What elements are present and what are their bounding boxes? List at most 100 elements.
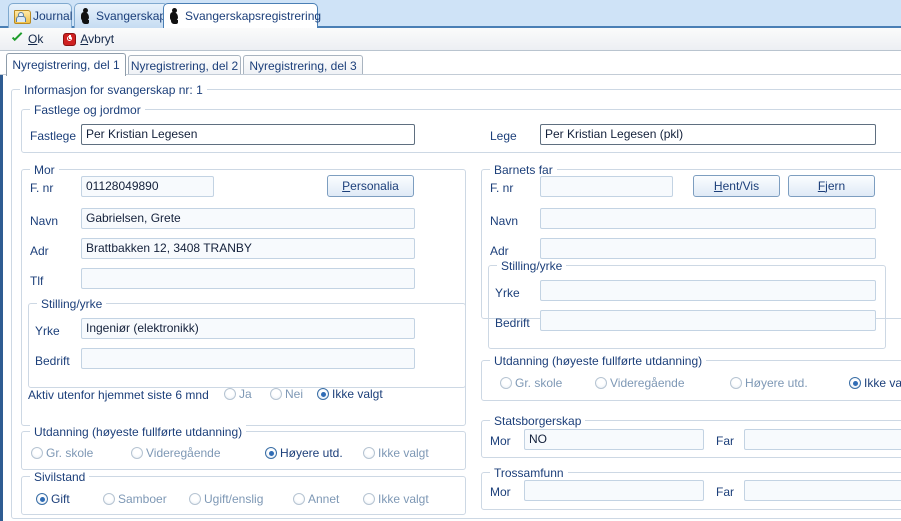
radio-sivilstand-gift[interactable]: Gift [36, 492, 70, 506]
form-panel: Informasjon for svangerskap nr: 1 Fastle… [0, 75, 901, 521]
radio-icon [131, 447, 143, 459]
document-tab-label: Svangerskap [96, 9, 167, 23]
aktiv-utenfor-hjemmet-label: Aktiv utenfor hjemmet siste 6 mnd [28, 388, 209, 402]
radio-mor-utd-videregaende[interactable]: Videregående [131, 446, 221, 460]
statsborgerskap-mor-label: Mor [490, 434, 511, 448]
page-tab-label: Nyregistrering, del 2 [130, 58, 239, 73]
fjern-button[interactable]: Fjern [788, 175, 875, 197]
mor-adr-label: Adr [30, 244, 49, 258]
far-bedrift-field[interactable] [540, 310, 876, 331]
journal-folder-icon [14, 9, 31, 24]
page-tab-label: Nyregistrering, del 1 [12, 58, 120, 72]
far-navn-field[interactable] [540, 208, 876, 229]
group-label: Statsborgerskap [490, 414, 586, 428]
radio-icon [36, 493, 48, 505]
radio-far-utd-hoyere[interactable]: Høyere utd. [730, 376, 808, 390]
group-label: Utdanning (høyeste fullførte utdanning) [30, 425, 247, 439]
radio-icon [317, 388, 329, 400]
radio-icon [31, 447, 43, 459]
group-far-stilling-yrke: Stilling/yrke [488, 259, 886, 349]
statsborgerskap-far-field[interactable] [744, 429, 901, 450]
page-tabstrip: Nyregistrering, del 1 Nyregistrering, de… [0, 51, 901, 76]
trossamfunn-far-field[interactable] [744, 480, 901, 501]
group-label: Fastlege og jordmor [30, 103, 145, 117]
mor-adr-field[interactable]: Brattbakken 12, 3408 TRANBY [81, 238, 415, 259]
green-check-icon [11, 33, 24, 46]
radio-sivilstand-ugift-enslig[interactable]: Ugift/enslig [189, 492, 263, 506]
group-label: Stilling/yrke [497, 259, 567, 273]
group-label: Stilling/yrke [37, 297, 107, 311]
pregnancy-icon [169, 8, 181, 24]
mor-navn-field[interactable]: Gabrielsen, Grete [81, 208, 415, 229]
radio-icon [189, 493, 201, 505]
mor-yrke-field[interactable]: Ingeniør (elektronikk) [81, 318, 415, 339]
mor-bedrift-label: Bedrift [35, 354, 70, 368]
statsborgerskap-far-label: Far [716, 434, 734, 448]
command-bar: Ok Avbryt [0, 28, 901, 51]
application-window: Journal Svangerskap Svangerskapsregistre… [0, 0, 901, 521]
lege-label: Lege [490, 129, 517, 143]
fastlege-label: Fastlege [30, 129, 77, 143]
mor-navn-label: Navn [30, 214, 59, 228]
radio-sivilstand-annet[interactable]: Annet [293, 492, 339, 506]
radio-mor-utd-hoyere[interactable]: Høyere utd. [265, 446, 343, 460]
mor-fnr-label: F. nr [30, 181, 54, 195]
far-adr-label: Adr [490, 244, 509, 258]
trossamfunn-far-label: Far [716, 485, 734, 499]
radio-icon [849, 377, 861, 389]
tab-nyregistrering-del-3[interactable]: Nyregistrering, del 3 [243, 55, 363, 75]
group-label: Utdanning (høyeste fullførte utdanning) [490, 354, 707, 368]
group-label: Barnets far [490, 163, 557, 177]
radio-mor-utd-gr-skole[interactable]: Gr. skole [31, 446, 93, 460]
radio-aktiv-nei[interactable]: Nei [270, 387, 303, 401]
hent-vis-button[interactable]: Hent/Vis [693, 175, 780, 197]
radio-icon [265, 447, 277, 459]
radio-icon [270, 388, 282, 400]
page-tab-label: Nyregistrering, del 3 [249, 58, 357, 73]
statsborgerskap-mor-field[interactable]: NO [524, 429, 704, 450]
radio-far-utd-gr-skole[interactable]: Gr. skole [500, 376, 562, 390]
radio-sivilstand-samboer[interactable]: Samboer [103, 492, 167, 506]
far-yrke-label: Yrke [495, 286, 520, 300]
personalia-button[interactable]: Personalia [327, 175, 414, 197]
document-tab-svangerskapsregistrering[interactable]: Svangerskapsregistrering [163, 3, 322, 28]
trossamfunn-mor-label: Mor [490, 485, 511, 499]
tab-nyregistrering-del-1[interactable]: Nyregistrering, del 1 [6, 53, 126, 76]
fastlege-field[interactable]: Per Kristian Legesen [81, 124, 415, 145]
document-tab-svangerskap[interactable]: Svangerskap [74, 3, 168, 28]
radio-icon [595, 377, 607, 389]
tab-nyregistrering-del-2[interactable]: Nyregistrering, del 2 [128, 55, 241, 75]
radio-icon [363, 493, 375, 505]
radio-mor-utd-ikke-valgt[interactable]: Ikke valgt [363, 446, 429, 460]
radio-sivilstand-ikke-valgt[interactable]: Ikke valgt [363, 492, 429, 506]
mor-tlf-field[interactable] [81, 268, 415, 289]
group-mor-stilling-yrke: Stilling/yrke [28, 297, 466, 388]
far-navn-label: Navn [490, 214, 519, 228]
mor-fnr-field[interactable]: 01128049890 [81, 176, 214, 197]
far-fnr-field[interactable] [540, 176, 673, 197]
radio-far-utd-ikke-valgt[interactable]: Ikke valgt [849, 376, 901, 390]
group-label: Mor [30, 163, 59, 177]
far-yrke-field[interactable] [540, 280, 876, 301]
radio-aktiv-ikke-valgt[interactable]: Ikke valgt [317, 387, 383, 401]
cancel-button[interactable]: Avbryt [58, 29, 121, 50]
lege-field[interactable]: Per Kristian Legesen (pkl) [540, 124, 876, 145]
document-tab-label: Svangerskapsregistrering [185, 9, 322, 23]
radio-aktiv-ja[interactable]: Ja [224, 387, 252, 401]
document-tabstrip: Journal Svangerskap Svangerskapsregistre… [0, 0, 901, 28]
mor-yrke-label: Yrke [35, 324, 60, 338]
radio-icon [103, 493, 115, 505]
mor-bedrift-field[interactable] [81, 348, 415, 369]
group-label: Sivilstand [30, 470, 90, 484]
document-tab-journal[interactable]: Journal [8, 3, 72, 28]
group-label: Trossamfunn [490, 466, 568, 480]
ok-button[interactable]: Ok [6, 29, 50, 50]
radio-far-utd-videregaende[interactable]: Videregående [595, 376, 685, 390]
document-tab-label: Journal [33, 9, 73, 23]
radio-icon [363, 447, 375, 459]
far-adr-field[interactable] [540, 238, 876, 259]
pregnancy-icon [80, 8, 92, 24]
mor-tlf-label: Tlf [30, 274, 44, 288]
group-label: Informasjon for svangerskap nr: 1 [20, 83, 207, 97]
trossamfunn-mor-field[interactable] [524, 480, 704, 501]
